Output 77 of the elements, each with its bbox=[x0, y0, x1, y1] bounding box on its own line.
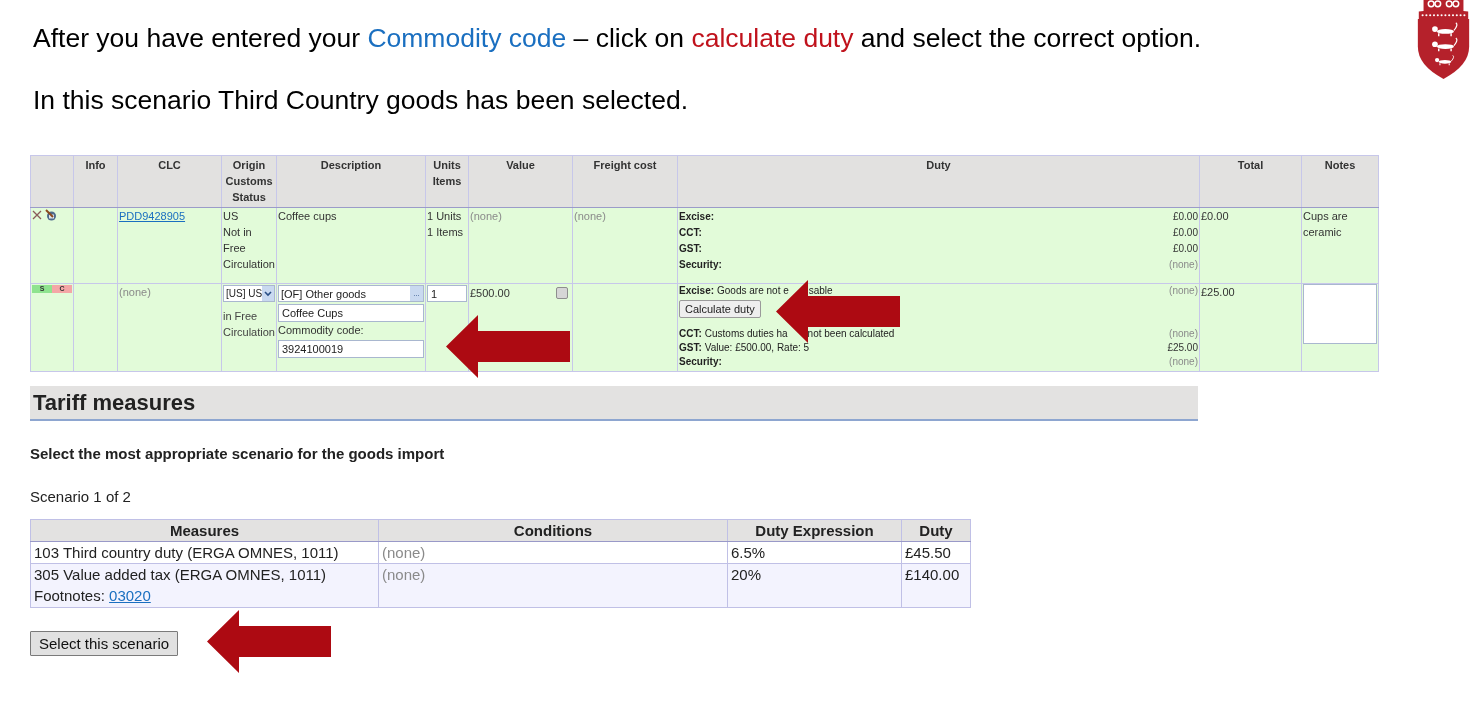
duty-label: Excise: bbox=[679, 211, 715, 222]
table-cell: (none) bbox=[572, 207, 678, 284]
duty-label: Excise: bbox=[679, 285, 715, 296]
footnote-label: Footnotes: bbox=[34, 587, 105, 604]
lookup-button[interactable]: ... bbox=[410, 286, 423, 301]
duty-amount: (none) bbox=[1169, 258, 1198, 272]
duty-note-text: not been calculated bbox=[807, 328, 895, 339]
table-cell: £0.00 bbox=[1199, 207, 1302, 284]
checkbox[interactable] bbox=[556, 287, 568, 299]
scenario-label: Scenario 1 of 2 bbox=[30, 488, 132, 506]
column-header: Measures bbox=[30, 519, 379, 542]
duty-amount: £0.00 bbox=[1172, 210, 1198, 224]
duty-amount: £0.00 bbox=[1172, 226, 1198, 240]
table-cell: (none) bbox=[378, 541, 728, 564]
commodity-code-label: Commodity code: bbox=[278, 323, 365, 338]
duty-label: Security: bbox=[679, 259, 722, 270]
column-header: Origin Customs Status bbox=[221, 155, 277, 208]
description-field[interactable]: Coffee Cups bbox=[278, 304, 424, 322]
measure-text: 103 Third country duty (ERGA OMNES, 1011) bbox=[34, 543, 340, 563]
column-header: Description bbox=[276, 155, 426, 208]
table-cell: 6.5% bbox=[727, 541, 902, 564]
table-cell: (none) bbox=[117, 283, 222, 372]
column-header: Notes bbox=[1301, 155, 1379, 208]
table-cell: (none) bbox=[378, 563, 728, 608]
duty-amount: £0.00 bbox=[1172, 242, 1198, 256]
duty-note-text: Goods are not e bbox=[717, 285, 789, 296]
notes-field[interactable] bbox=[1303, 284, 1377, 344]
duty-amount: (none) bbox=[1169, 327, 1198, 341]
footnote-link[interactable]: 03020 bbox=[109, 587, 151, 604]
duty-amount: £25.00 bbox=[1167, 341, 1198, 355]
column-header: Duty Expression bbox=[727, 519, 902, 542]
duty-label: GST: bbox=[679, 342, 702, 353]
duty-label: Security: bbox=[679, 356, 722, 367]
duty-amount: (none) bbox=[1169, 284, 1198, 298]
delete-icon[interactable] bbox=[32, 210, 42, 220]
origin-status: in Free Circulation bbox=[223, 309, 275, 340]
origin-code: US bbox=[223, 209, 240, 224]
commodity-code-field[interactable]: 3924100019 bbox=[278, 340, 424, 358]
units-count: 1 Units bbox=[427, 209, 463, 224]
column-header: Duty bbox=[901, 519, 971, 542]
origin-status: Not in Free Circulation bbox=[223, 225, 275, 272]
column-header: Units Items bbox=[425, 155, 469, 208]
origin-select[interactable]: [US] US bbox=[223, 285, 275, 302]
duty-label: CCT: bbox=[679, 227, 702, 238]
table-cell: £45.50 bbox=[901, 541, 971, 564]
measure-text: 305 Value added tax (ERGA OMNES, 1011) bbox=[34, 565, 328, 585]
table-cell: 20% bbox=[727, 563, 902, 608]
duty-note-text: Customs duties ha bbox=[704, 328, 788, 339]
value-amount: £500.00 bbox=[470, 286, 510, 301]
table-cell: £140.00 bbox=[901, 563, 971, 608]
column-header: CLC bbox=[117, 155, 222, 208]
instruction-text: In this scenario Third Country goods has been selected. bbox=[33, 84, 690, 116]
instruction-text: After you have entered your Commodity code – click on calculate duty and select the correct option. bbox=[33, 22, 1202, 54]
section-title: Tariff measures bbox=[30, 386, 1198, 421]
prompt-text: Select the most appropriate scenario for the goods import bbox=[30, 445, 446, 463]
column-header: Total bbox=[1199, 155, 1302, 208]
table-cell: Coffee cups bbox=[276, 207, 426, 284]
column-header: Conditions bbox=[378, 519, 728, 542]
column-header: Value bbox=[468, 155, 573, 208]
table-cell: £25.00 bbox=[1199, 283, 1302, 372]
duty-label: CCT: bbox=[679, 328, 702, 339]
column-header: Duty bbox=[677, 155, 1200, 208]
column-header: Freight cost bbox=[572, 155, 678, 208]
calculate-duty-button[interactable]: Calculate duty bbox=[679, 300, 761, 318]
goods-type-select[interactable]: [OF] Other goods ... bbox=[278, 285, 424, 302]
duty-label: GST: bbox=[679, 243, 702, 254]
pencil-icon[interactable] bbox=[45, 209, 58, 221]
units-field[interactable]: 1 bbox=[427, 285, 467, 302]
table-cell: Cups are ceramic bbox=[1301, 207, 1379, 284]
select-scenario-button[interactable]: Select this scenario bbox=[30, 631, 179, 656]
duty-amount: (none) bbox=[1169, 355, 1198, 369]
table-cell: (none) bbox=[468, 207, 573, 284]
duty-note-text: sable bbox=[808, 285, 833, 296]
column-header: Info bbox=[73, 155, 118, 208]
clc-link[interactable]: PDD9428905 bbox=[119, 210, 186, 222]
duty-note-text: Value: £500.00, Rate: 5 bbox=[704, 342, 810, 353]
items-count: 1 Items bbox=[427, 225, 465, 240]
